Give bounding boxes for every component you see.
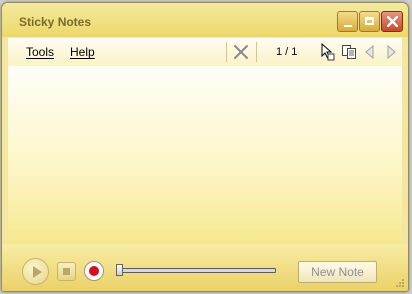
new-note-button[interactable]: New Note: [298, 261, 377, 283]
maximize-button[interactable]: [359, 11, 380, 32]
window-title: Sticky Notes: [19, 15, 92, 29]
resize-grip-icon[interactable]: [395, 278, 405, 288]
playback-slider-thumb[interactable]: [116, 264, 123, 276]
title-bar[interactable]: Sticky Notes: [2, 3, 408, 37]
note-editor[interactable]: [8, 66, 402, 244]
delete-note-icon[interactable]: [233, 44, 249, 60]
menu-tools[interactable]: Tools: [26, 45, 54, 59]
close-icon: [387, 16, 398, 27]
previous-note-icon[interactable]: [364, 45, 376, 59]
sticky-notes-window: Sticky Notes Tools Help 1 / 1 New Note: [1, 2, 409, 292]
next-note-icon[interactable]: [385, 45, 397, 59]
recording-toolbar: New Note: [2, 244, 408, 291]
cursor-note-icon[interactable]: [321, 43, 335, 61]
play-button[interactable]: [22, 258, 49, 285]
menu-bar: Tools Help 1 / 1: [8, 37, 402, 67]
minimize-button[interactable]: [337, 11, 358, 32]
page-indicator: 1 / 1: [276, 46, 298, 58]
record-button[interactable]: [84, 261, 104, 281]
separator: [256, 42, 257, 62]
close-button[interactable]: [381, 11, 403, 32]
separator: [226, 42, 227, 62]
stop-button[interactable]: [57, 262, 76, 281]
copy-note-icon[interactable]: [341, 44, 357, 60]
menu-help[interactable]: Help: [70, 45, 95, 59]
playback-slider[interactable]: [118, 268, 276, 273]
